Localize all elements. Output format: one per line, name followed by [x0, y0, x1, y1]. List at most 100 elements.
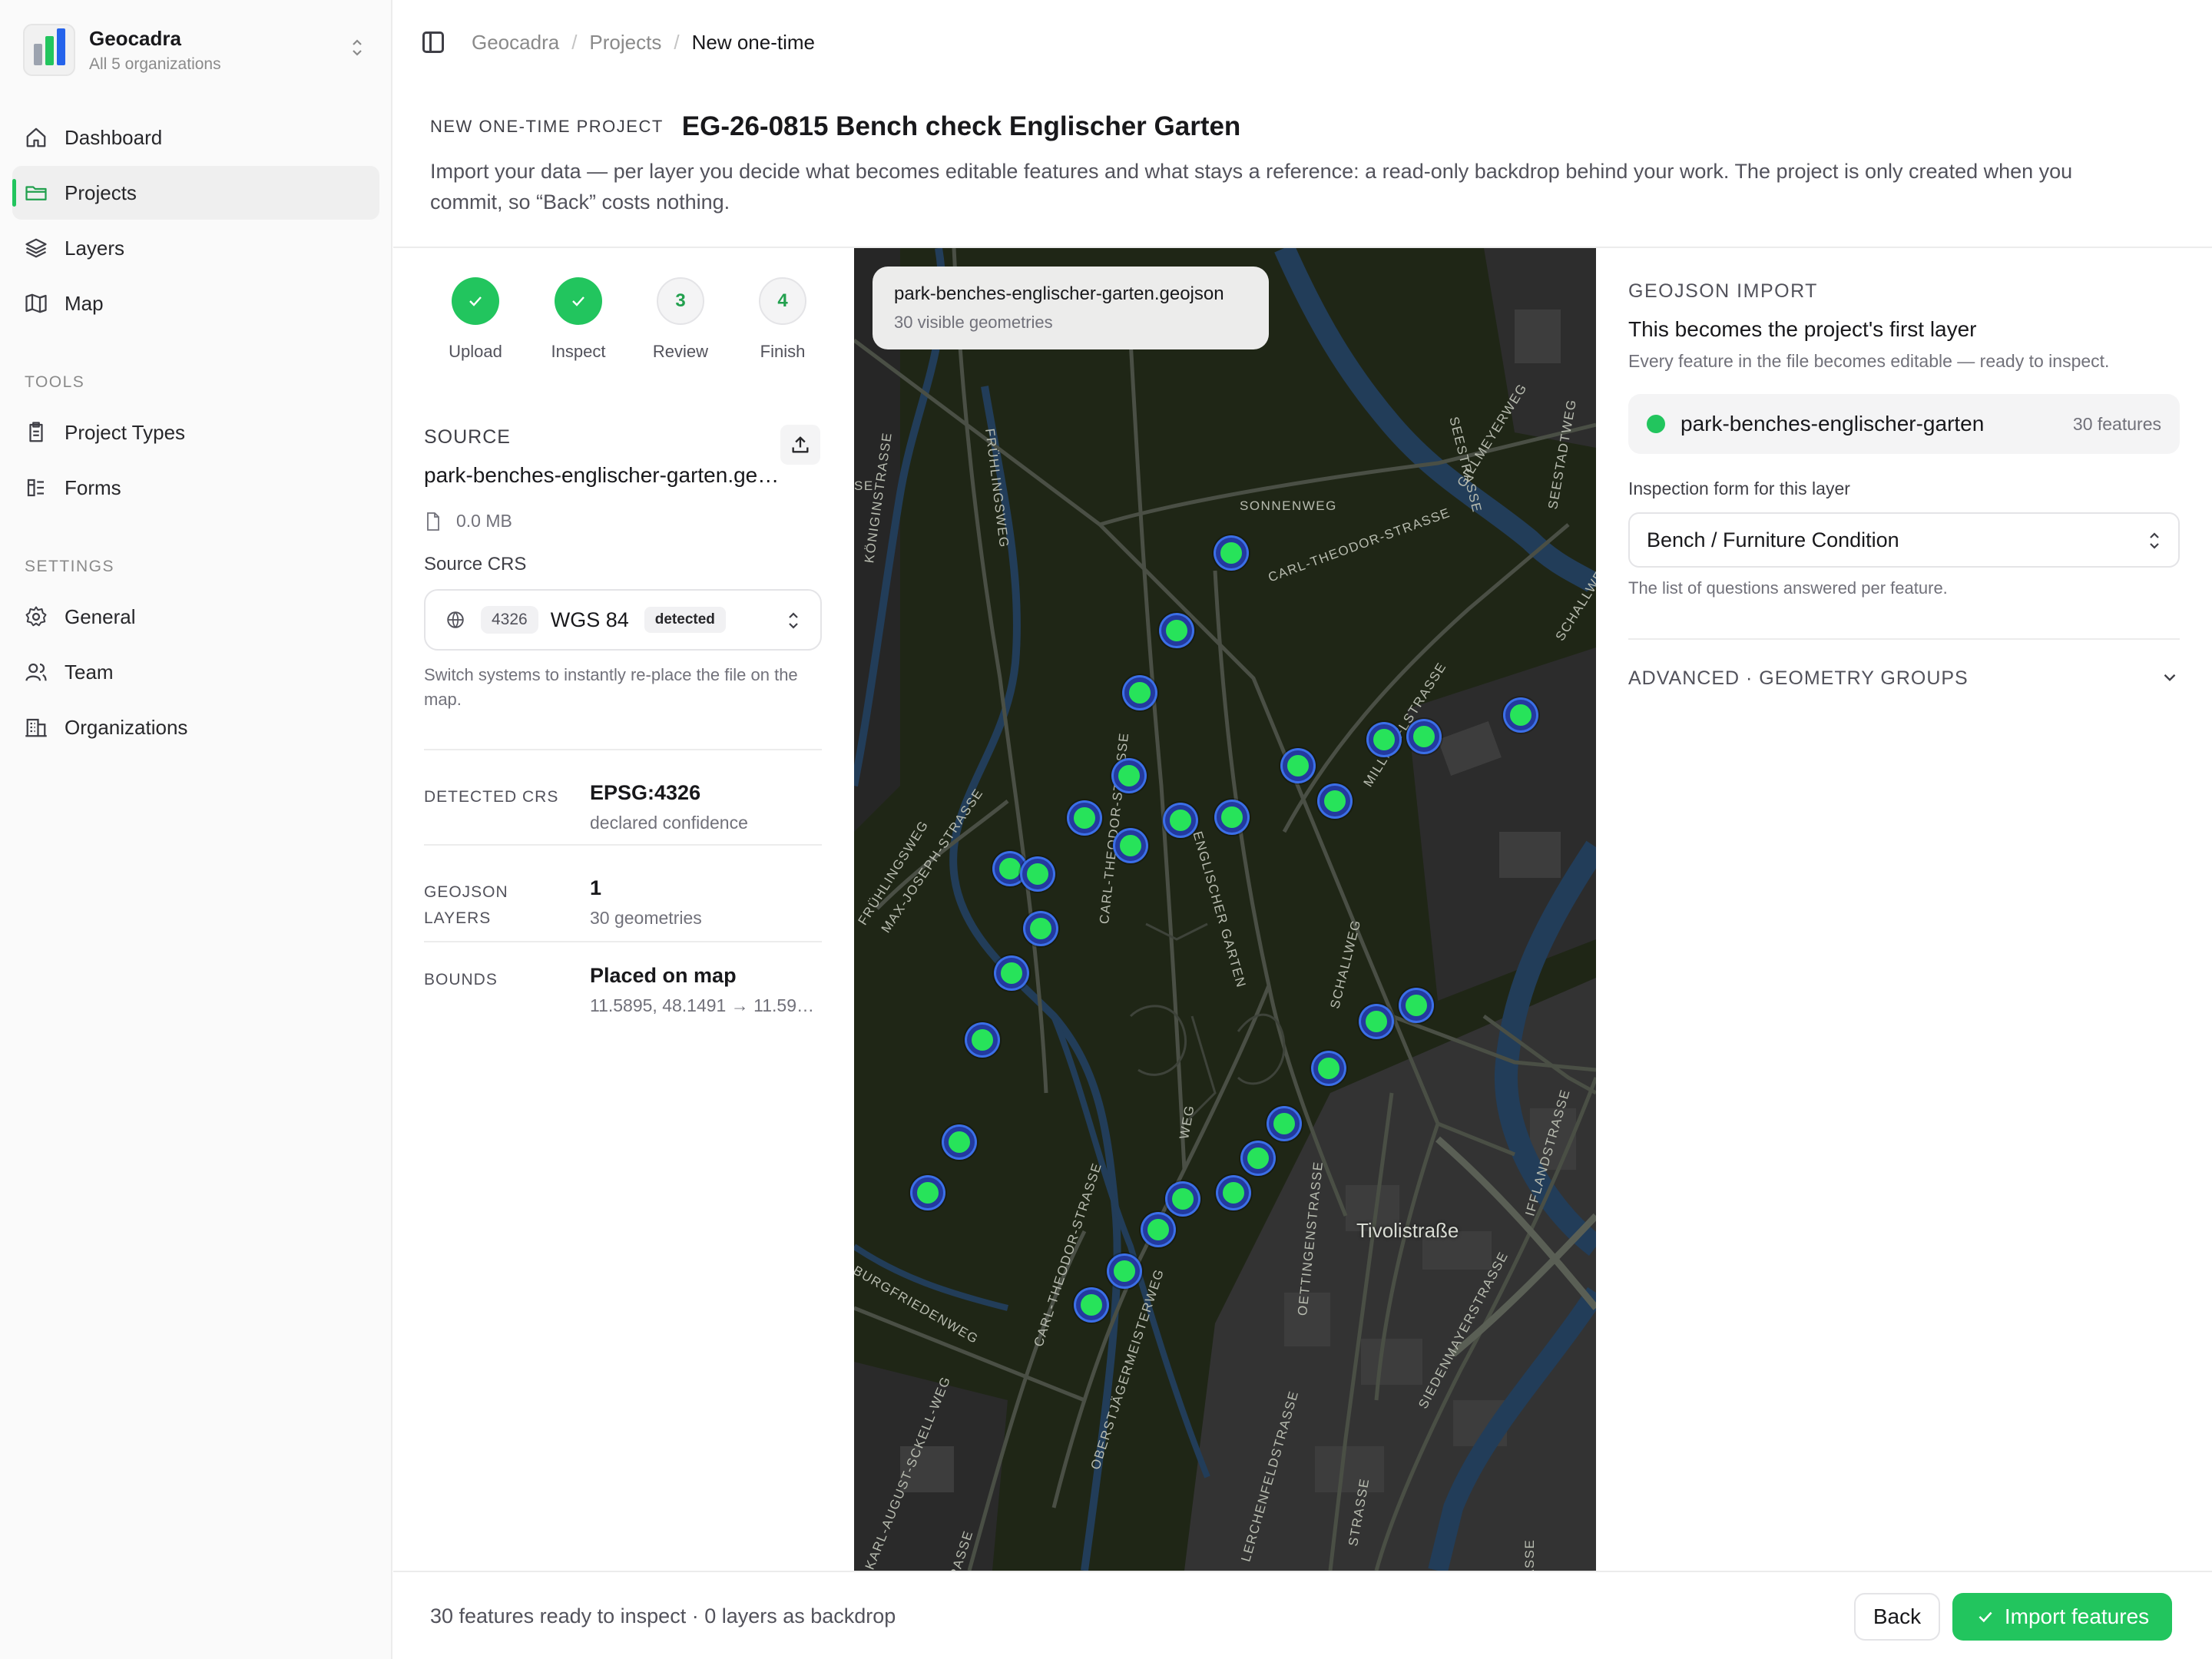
org-switcher[interactable]: Geocadra All 5 organizations [23, 22, 369, 78]
feature-marker[interactable] [1218, 1177, 1249, 1208]
globe-icon [447, 611, 464, 628]
nav-item-layers[interactable]: Layers [12, 221, 379, 275]
page-eyebrow: NEW ONE-TIME PROJECT [430, 117, 664, 136]
source-file-name: park-benches-englischer-garten.geojson [424, 463, 785, 487]
nav-label: General [65, 604, 136, 628]
feature-marker[interactable] [1161, 615, 1192, 646]
nav-item-dashboard[interactable]: Dashboard [12, 111, 379, 164]
street-label: ASSE [1522, 1538, 1537, 1571]
advanced-geometry-groups-toggle[interactable]: ADVANCED · GEOMETRY GROUPS [1628, 638, 2180, 692]
feature-marker[interactable] [1320, 786, 1350, 816]
feature-marker[interactable] [1124, 677, 1155, 708]
advanced-label: ADVANCED · GEOMETRY GROUPS [1628, 667, 1969, 689]
place-label: Tivolistraße [1356, 1219, 1459, 1242]
feature-marker[interactable] [1022, 859, 1053, 889]
feature-marker[interactable] [1409, 721, 1439, 752]
feature-marker[interactable] [1109, 1256, 1140, 1286]
org-logo [23, 24, 75, 76]
nav-label: Forms [65, 475, 121, 499]
feature-marker[interactable] [1313, 1053, 1344, 1084]
feature-marker[interactable] [1369, 724, 1399, 755]
breadcrumb-item[interactable]: Projects [589, 31, 661, 55]
page-description: Import your data — per layer you decide … [430, 160, 2073, 214]
upload-icon [792, 436, 809, 453]
nav-item-organizations[interactable]: Organizations [12, 700, 379, 754]
import-button-label: Import features [2004, 1604, 2150, 1628]
breadcrumb-separator: / [571, 30, 578, 54]
step-review: 3 Review [629, 277, 732, 362]
back-button[interactable]: Back [1854, 1593, 1940, 1641]
nav-item-team[interactable]: Team [12, 645, 379, 699]
nav-item-map[interactable]: Map [12, 276, 379, 330]
meta-value: EPSG:4326 [590, 781, 701, 804]
import-title: This becomes the project's first layer [1628, 317, 1977, 341]
step-label: Upload [449, 342, 502, 361]
feature-marker[interactable] [967, 1025, 998, 1055]
page-title: EG-26-0815 Bench check Englischer Garten [681, 111, 1241, 141]
street-label: SE [854, 478, 874, 493]
feature-marker[interactable] [1283, 750, 1313, 781]
map-icon [25, 293, 47, 313]
nav-item-general[interactable]: General [12, 590, 379, 644]
import-features-button[interactable]: Import features [1952, 1593, 2172, 1641]
nav-label: Projects [65, 180, 137, 204]
feature-marker[interactable] [1165, 805, 1196, 836]
import-left-pane: Upload Inspect 3 Review 4 Finish SOURCE … [393, 248, 854, 1571]
breadcrumb-item[interactable]: Geocadra [472, 31, 559, 55]
nav-item-project-types[interactable]: Project Types [12, 406, 379, 459]
feature-marker[interactable] [1269, 1108, 1300, 1139]
file-icon [427, 512, 439, 531]
feature-marker[interactable] [912, 1177, 943, 1208]
street-label: SONNENWEG [1240, 498, 1337, 513]
nav-item-forms[interactable]: Forms [12, 461, 379, 515]
nav-label: Team [65, 660, 114, 684]
inspection-form-select[interactable]: Bench / Furniture Condition [1628, 512, 2180, 568]
meta-key: GEOJSON LAYERS [424, 883, 508, 927]
feature-marker[interactable] [1025, 913, 1056, 944]
settings-heading: SETTINGS [25, 558, 115, 575]
org-name: Geocadra [89, 26, 181, 50]
form-icon [27, 478, 44, 497]
crs-select[interactable]: 4326 WGS 84 detected [424, 589, 822, 651]
crs-code: 4326 [481, 606, 538, 634]
crs-detected-badge: detected [644, 607, 726, 633]
layer-feature-count: 30 features [2072, 413, 2161, 434]
upload-button[interactable] [780, 425, 820, 465]
feature-marker[interactable] [944, 1127, 975, 1157]
chevron-updown-icon [346, 38, 369, 62]
step-number: 3 [657, 277, 704, 325]
feature-marker[interactable] [995, 853, 1025, 884]
feature-marker[interactable] [1216, 538, 1247, 568]
meta-value: Placed on map [590, 964, 737, 987]
feature-marker[interactable] [1243, 1143, 1273, 1174]
step-label: Inspect [551, 342, 606, 361]
feature-marker[interactable] [1505, 700, 1536, 730]
feature-marker[interactable] [1217, 802, 1247, 833]
feature-marker[interactable] [1167, 1184, 1198, 1214]
meta-sub: declared confidence [590, 813, 748, 833]
import-eyebrow: GEOJSON IMPORT [1628, 280, 1818, 302]
source-heading: SOURCE [424, 426, 511, 448]
check-icon [452, 277, 499, 325]
map-preview[interactable]: SONNENWEG CARL-THEODOR-STRASSE GILLMEYER… [854, 248, 1596, 1571]
feature-marker[interactable] [996, 958, 1027, 988]
stepper: Upload Inspect 3 Review 4 Finish [424, 277, 839, 362]
feature-marker[interactable] [1143, 1214, 1174, 1245]
sidebar-toggle-icon[interactable] [422, 31, 444, 53]
step-label: Review [652, 342, 709, 361]
chevron-updown-icon [2150, 532, 2159, 549]
feature-marker[interactable] [1115, 830, 1146, 861]
feature-marker[interactable] [1361, 1006, 1392, 1037]
step-inspect: Inspect [527, 277, 630, 362]
nav-item-projects[interactable]: Projects [12, 166, 379, 220]
map-visible-count: 30 visible geometries [894, 313, 1053, 332]
feature-marker[interactable] [1114, 760, 1144, 791]
feature-marker[interactable] [1069, 803, 1100, 833]
footer-status: 30 features ready to inspect · 0 layers … [430, 1604, 896, 1628]
crs-name: WGS 84 [550, 608, 629, 631]
step-finish: 4 Finish [731, 277, 834, 362]
feature-marker[interactable] [1401, 990, 1432, 1021]
feature-marker[interactable] [1076, 1290, 1107, 1320]
step-label: Finish [760, 342, 806, 361]
layers-icon [25, 238, 47, 258]
